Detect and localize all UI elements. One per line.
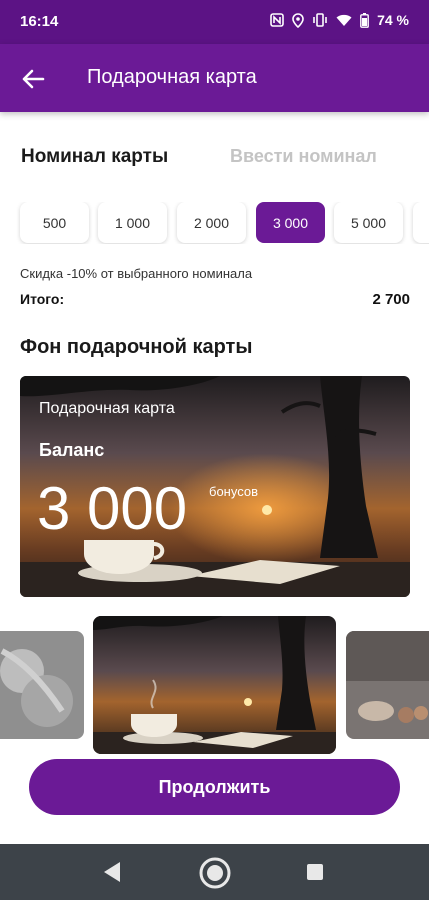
nav-recent-apps-icon[interactable] (306, 863, 324, 886)
card-unit: бонусов (209, 484, 258, 499)
background-thumbnail-selected[interactable] (93, 616, 336, 754)
background-thumbnail[interactable] (0, 631, 84, 739)
tab-card-nominal[interactable]: Номинал карты (21, 146, 168, 168)
battery-percent: 74 % (377, 12, 409, 28)
nfc-icon (270, 13, 284, 27)
nominal-chip[interactable]: 1 (413, 202, 429, 243)
nav-back-icon[interactable] (102, 861, 122, 888)
nominal-chip[interactable]: 500 (20, 202, 89, 243)
total-label: Итого: (20, 291, 65, 307)
tab-enter-nominal[interactable]: Ввести номинал (230, 146, 377, 167)
wifi-icon (336, 14, 352, 27)
status-bar: 16:14 74 % (0, 0, 429, 44)
card-label: Подарочная карта (39, 400, 175, 417)
total-value: 2 700 (372, 291, 410, 308)
nominal-chips: 500 1 000 2 000 3 000 5 000 1 (0, 202, 429, 244)
card-amount: 3 000 (37, 475, 188, 542)
vibrate-icon (312, 13, 328, 27)
arrow-left-icon (22, 69, 45, 89)
card-balance-label: Баланс (39, 440, 105, 460)
system-nav-bar (0, 844, 429, 900)
page-title: Подарочная карта (87, 66, 257, 88)
nominal-chip[interactable]: 2 000 (177, 202, 246, 243)
discount-text: Скидка -10% от выбранного номинала (20, 266, 253, 281)
gift-card-preview: Подарочная карта Баланс 3 000 бонусов (20, 376, 410, 597)
status-time: 16:14 (20, 13, 59, 30)
nominal-chip[interactable]: 1 000 (98, 202, 167, 243)
continue-button[interactable]: Продолжить (29, 759, 400, 815)
back-button[interactable] (18, 64, 48, 94)
app-bar: Подарочная карта (0, 44, 429, 112)
status-icons: 74 % (270, 12, 409, 28)
background-thumbnail[interactable] (346, 631, 429, 739)
background-section-title: Фон подарочной карты (20, 336, 253, 358)
nominal-tabs: Номинал карты Ввести номинал (0, 146, 429, 176)
location-icon (292, 12, 304, 28)
nominal-chip[interactable]: 5 000 (334, 202, 403, 243)
battery-icon (360, 12, 369, 28)
nav-home-icon[interactable] (198, 856, 232, 895)
nominal-chip-selected[interactable]: 3 000 (256, 202, 325, 243)
